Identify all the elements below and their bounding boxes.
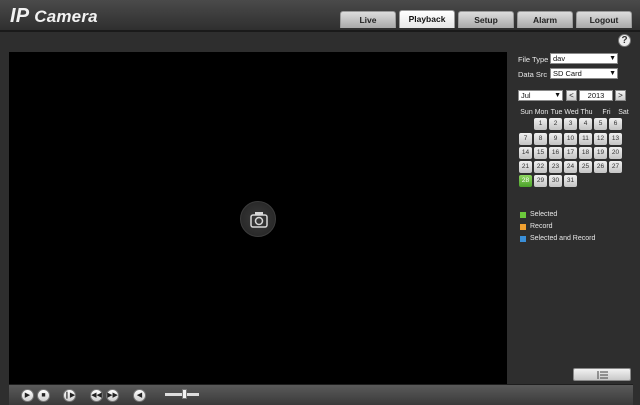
fast-icon[interactable]: ▶▶ bbox=[106, 389, 119, 402]
file-type-label: File Type bbox=[518, 55, 549, 64]
stop-icon[interactable]: ■ bbox=[37, 389, 50, 402]
month-select[interactable]: Jul ▼ bbox=[518, 90, 563, 101]
file-type-value: dav bbox=[553, 54, 566, 63]
chevron-down-icon: ▼ bbox=[554, 92, 561, 99]
legend-swatch-selected bbox=[520, 212, 526, 218]
file-type-select[interactable]: dav ▼ bbox=[550, 53, 618, 64]
step-forward-icon[interactable]: ❙▶ bbox=[63, 389, 76, 402]
calendar-day[interactable]: 13 bbox=[609, 133, 622, 145]
logo-ip-text: IP bbox=[10, 5, 30, 27]
slow-icon[interactable]: ◀◀ bbox=[90, 389, 103, 402]
calendar-day[interactable]: 5 bbox=[594, 118, 607, 130]
calendar-day[interactable]: 4 bbox=[579, 118, 592, 130]
calendar-day[interactable]: 26 bbox=[594, 161, 607, 173]
legend-label-selected-record: Selected and Record bbox=[530, 235, 596, 242]
calendar-day[interactable]: 22 bbox=[534, 161, 547, 173]
video-viewport[interactable] bbox=[9, 52, 507, 384]
year-field[interactable]: 2013 bbox=[579, 90, 613, 101]
play-icon[interactable]: ▶ bbox=[21, 389, 34, 402]
playback-toolbar: ▶ ■ ❙▶ ◀◀ ▶▶ ◀ bbox=[9, 384, 633, 405]
calendar-day[interactable]: 14 bbox=[519, 147, 532, 159]
calendar-day[interactable]: 28 bbox=[519, 175, 532, 187]
chevron-down-icon: ▼ bbox=[609, 70, 616, 77]
calendar-day[interactable]: 31 bbox=[564, 175, 577, 187]
calendar-day[interactable]: 2 bbox=[549, 118, 562, 130]
calendar-day[interactable]: 25 bbox=[579, 161, 592, 173]
weekday-sun: Sun bbox=[520, 109, 533, 116]
calendar-day[interactable]: 16 bbox=[549, 147, 562, 159]
calendar-day[interactable]: 24 bbox=[564, 161, 577, 173]
data-src-select[interactable]: SD Card ▼ bbox=[550, 68, 618, 79]
tab-playback[interactable]: Playback bbox=[399, 10, 455, 28]
weekday-mon: Mon bbox=[534, 109, 549, 116]
calendar-day[interactable]: 8 bbox=[534, 133, 547, 145]
next-year-button[interactable]: > bbox=[615, 90, 626, 101]
calendar-weekday-header: Sun Mon Tue Wed Thu Fri Sat bbox=[519, 109, 633, 118]
calendar-day[interactable]: 17 bbox=[564, 147, 577, 159]
calendar-day[interactable]: 12 bbox=[594, 133, 607, 145]
calendar-day[interactable]: 23 bbox=[549, 161, 562, 173]
weekday-tue: Tue bbox=[550, 109, 563, 116]
legend-swatch-selected-record bbox=[520, 236, 526, 242]
data-src-value: SD Card bbox=[553, 69, 582, 78]
tab-live[interactable]: Live bbox=[340, 11, 396, 28]
file-list-button[interactable] bbox=[573, 368, 631, 381]
legend-label-record: Record bbox=[530, 223, 553, 230]
calendar-day[interactable]: 30 bbox=[549, 175, 562, 187]
data-src-label: Data Src bbox=[518, 70, 548, 79]
calendar-day[interactable]: 11 bbox=[579, 133, 592, 145]
calendar-day[interactable]: 7 bbox=[519, 133, 532, 145]
calendar-day[interactable]: 9 bbox=[549, 133, 562, 145]
weekday-thu: Thu bbox=[580, 109, 593, 116]
volume-slider-knob[interactable] bbox=[182, 389, 187, 399]
legend-selected: Selected bbox=[520, 211, 630, 220]
tab-alarm[interactable]: Alarm bbox=[517, 11, 573, 28]
help-icon[interactable]: ? bbox=[618, 34, 631, 47]
prev-year-button[interactable]: < bbox=[566, 90, 577, 101]
weekday-sat: Sat bbox=[618, 109, 629, 116]
calendar-day[interactable]: 27 bbox=[609, 161, 622, 173]
legend-swatch-record bbox=[520, 224, 526, 230]
legend-label-selected: Selected bbox=[530, 211, 558, 218]
calendar-day[interactable]: 10 bbox=[564, 133, 577, 145]
logo-camera-text: Camera bbox=[34, 7, 98, 26]
legend-selected-record: Selected and Record bbox=[520, 235, 630, 244]
app-logo: IP Camera bbox=[10, 5, 98, 28]
top-header: IP Camera Live Playback Setup Alarm Logo… bbox=[0, 0, 640, 30]
calendar-day[interactable]: 20 bbox=[609, 147, 622, 159]
weekday-wed: Wed bbox=[564, 109, 579, 116]
volume-icon[interactable]: ◀ bbox=[133, 389, 146, 402]
legend-record: Record bbox=[520, 223, 630, 232]
weekday-fri: Fri bbox=[602, 109, 611, 116]
calendar-day[interactable]: 3 bbox=[564, 118, 577, 130]
header-divider bbox=[0, 30, 640, 32]
tab-setup[interactable]: Setup bbox=[458, 11, 514, 28]
calendar-day[interactable]: 21 bbox=[519, 161, 532, 173]
calendar-day[interactable]: 19 bbox=[594, 147, 607, 159]
tab-logout[interactable]: Logout bbox=[576, 11, 632, 28]
chevron-down-icon: ▼ bbox=[609, 55, 616, 62]
calendar-day[interactable]: 1 bbox=[534, 118, 547, 130]
calendar-day[interactable]: 18 bbox=[579, 147, 592, 159]
calendar-day[interactable]: 6 bbox=[609, 118, 622, 130]
calendar-day[interactable]: 29 bbox=[534, 175, 547, 187]
calendar-day[interactable]: 15 bbox=[534, 147, 547, 159]
month-value: Jul bbox=[521, 91, 531, 100]
list-icon bbox=[597, 371, 608, 379]
camera-icon bbox=[240, 201, 276, 237]
